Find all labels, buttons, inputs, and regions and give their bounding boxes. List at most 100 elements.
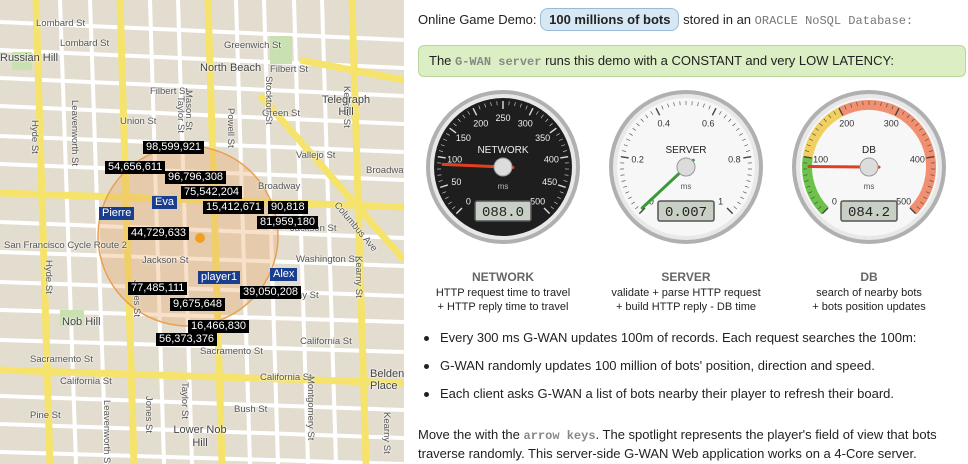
bot-count-tag: 54,656,611: [105, 161, 166, 174]
player-tag[interactable]: Alex: [270, 268, 298, 281]
neighborhood-label: North Beach: [200, 62, 262, 74]
gauge-hub: [676, 157, 696, 177]
street-label: California St: [60, 376, 112, 387]
neighborhood-label: Nob Hill: [62, 316, 101, 328]
street-label: Sacramento St: [200, 346, 263, 357]
facts-list: Every 300 ms G-WAN updates 100m of recor…: [418, 330, 963, 414]
info-panel: Online Game Demo: 100 millions of bots s…: [404, 0, 968, 464]
banner-suffix: runs this demo with a CONSTANT and very …: [545, 53, 895, 68]
street-label: Mason St: [183, 90, 194, 131]
bot-count-tag: 75,542,204: [181, 186, 243, 199]
gauge-tick-label: 250: [495, 113, 510, 123]
neighborhood-label: Lower Nob Hill: [173, 424, 227, 449]
gauge-tick-label: 500: [530, 197, 545, 207]
street-label: California St: [260, 372, 312, 383]
gauge-hub: [859, 157, 879, 177]
server-gauge-dial: 00.20.4 0.60.81SERVERms0.007: [609, 90, 763, 244]
street-label: Kearny St: [381, 412, 392, 454]
gauge-tick-label: 450: [542, 177, 557, 187]
gauge-tick-label: 1: [718, 197, 723, 207]
street-label: Broadway: [366, 165, 404, 176]
gauge-tick-label: 350: [535, 133, 550, 143]
street-label: Powell St: [225, 108, 236, 148]
gauge-tick-label: 200: [473, 118, 488, 128]
city-map[interactable]: Lombard St Lombard St Greenwich St Filbe…: [0, 0, 404, 464]
footer-prefix: Move the with the: [418, 427, 520, 442]
server-description: validate + parse HTTP request + build HT…: [596, 286, 776, 314]
street-label: Hyde St: [43, 260, 54, 294]
street-label: Kearny St: [353, 256, 364, 298]
bot-count-tag: 9,675,648: [170, 298, 225, 311]
street-label: Taylor St: [179, 382, 190, 419]
bot-count-tag: 44,729,633: [128, 227, 190, 240]
intro-prefix: Online Game Demo:: [418, 12, 537, 27]
street-label: Lombard St: [60, 38, 110, 49]
gauge-label: NETWORK: [477, 145, 528, 156]
gauge-label: DB: [862, 145, 876, 156]
street-label: Montgomery St: [305, 376, 316, 441]
server-desc-line: validate + parse HTTP request: [611, 287, 761, 299]
intro-line: Online Game Demo: 100 millions of bots s…: [418, 8, 913, 31]
network-title: NETWORK: [472, 270, 534, 284]
network-gauge-dial: 0 50 100 150200 250 300350 400 450 500 NETWORK ms 0…: [426, 90, 580, 244]
db-name: ORACLE NoSQL Database:: [754, 14, 914, 28]
bot-count-tag: 15,412,671: [203, 201, 265, 214]
street-label: Stockton St: [263, 76, 274, 125]
gauge-unit: ms: [681, 182, 692, 191]
db-description: search of nearby bots + bots position up…: [779, 286, 959, 314]
gauge-tick-label: 150: [456, 133, 471, 143]
street-label: Hyde St: [29, 120, 40, 154]
server-desc-line: + build HTTP reply - DB time: [615, 301, 757, 313]
neighborhood-label: Telegraph Hill: [321, 94, 371, 118]
street-label: Vallejo St: [296, 150, 336, 161]
db-gauge-dial: 0 100 200 300 400 500 DB ms 084.2: [792, 90, 946, 244]
gauge-tick-label: 500: [896, 197, 911, 207]
latency-banner: The G-WAN server runs this demo with a C…: [418, 45, 966, 77]
player-tag[interactable]: player1: [198, 271, 241, 284]
street-label: Leavenworth St: [101, 400, 112, 464]
db-title: DB: [860, 270, 878, 284]
street-label: California St: [300, 336, 352, 347]
intro-middle: stored in an: [683, 12, 752, 27]
neighborhood-label: Russian Hill: [0, 52, 59, 64]
gauge-tick-label: 50: [451, 177, 461, 187]
network-gauge: 0 50 100 150 200 250 300 350 400 450 500 NETWORK ms 0…: [424, 88, 582, 246]
server-name: G-WAN server: [455, 55, 542, 69]
street-label: Filbert St: [270, 64, 309, 75]
network-description: HTTP request time to travel + HTTP reply…: [413, 286, 593, 314]
arrow-keys-label: arrow keys: [523, 429, 596, 443]
street-label: Lombard St: [36, 18, 86, 29]
db-desc-line: + bots position updates: [812, 301, 926, 313]
bot-count-tag: 96,796,308: [165, 171, 227, 184]
gauge-tick-label: 0.8: [728, 154, 741, 164]
street-label: Sacramento St: [30, 354, 93, 365]
player-tag[interactable]: Eva: [152, 196, 177, 209]
street-label: Greenwich St: [224, 40, 282, 51]
bot-count-tag: 90,818: [268, 201, 308, 214]
network-desc-line: + HTTP reply time to travel: [437, 301, 569, 313]
gauge-lcd-value: 088.0: [482, 205, 524, 221]
gauge-unit: ms: [864, 182, 875, 191]
bot-count-tag: 77,485,111: [128, 282, 188, 295]
bot-count-tag: 81,959,180: [257, 216, 319, 229]
server-gauge: 0 0.2 0.4 0.6 0.8 1 SERVER ms 0.007: [607, 88, 765, 246]
gauge-tick-label: 100: [813, 154, 828, 164]
network-desc-line: HTTP request time to travel: [435, 287, 571, 299]
gauge-tick-label: 100: [447, 154, 462, 164]
neighborhood-label: Belden Place: [370, 368, 404, 392]
gauge-lcd-value: 084.2: [848, 205, 890, 221]
gauge-unit: ms: [498, 182, 509, 191]
bot-count-tag: 16,466,830: [188, 320, 250, 333]
street-label: San Francisco Cycle Route 2: [4, 240, 128, 251]
street-label: Leavenworth St: [69, 100, 80, 167]
player-tag[interactable]: Pierre: [99, 207, 135, 220]
list-item: G-WAN randomly updates 100 million of bo…: [418, 358, 963, 373]
db-gauge: 0 100 200 300 400 500 DB ms 084.2: [790, 88, 948, 246]
gauge-tick-label: 300: [518, 118, 533, 128]
street-label: Jones St: [143, 396, 154, 433]
gauge-tick-label: 0: [466, 197, 471, 207]
db-desc-line: search of nearby bots: [816, 287, 922, 299]
street-label: Bush St: [234, 404, 268, 415]
gauge-tick-label: 0: [832, 197, 837, 207]
gauge-tick-label: 400: [910, 154, 925, 164]
